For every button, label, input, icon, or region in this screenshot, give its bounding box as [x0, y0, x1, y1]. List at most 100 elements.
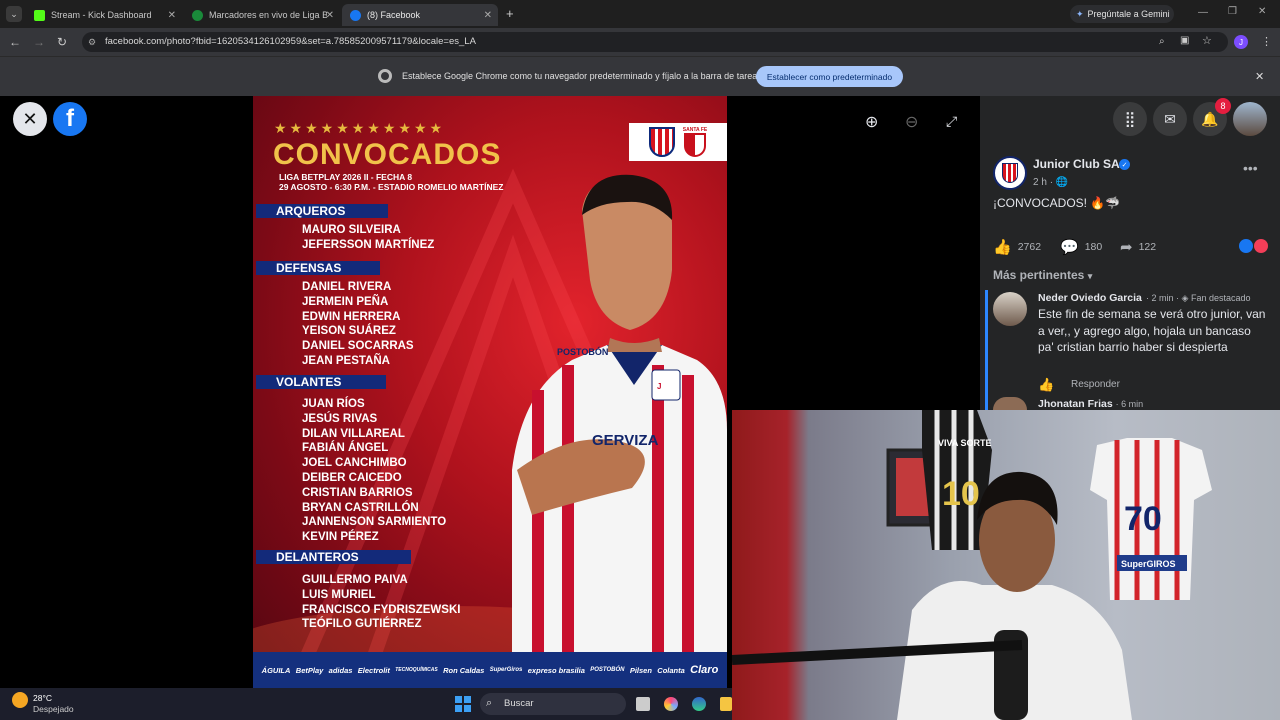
task-view-icon[interactable] [636, 697, 650, 711]
notification-badge: 8 [1215, 98, 1231, 114]
sponsor-logo: expreso brasilia [527, 665, 585, 675]
tab-marcadores[interactable]: Marcadores en vivo de Liga Bet ✕ [184, 4, 340, 26]
menu-icon[interactable]: ⋮ [1261, 35, 1272, 48]
url-text: facebook.com/photo?fbid=1620534126102959… [105, 36, 476, 47]
delanteros-list: GUILLERMO PAIVA LUIS MURIEL FRANCISCO FY… [302, 573, 460, 632]
close-viewer-button[interactable]: ✕ [13, 102, 47, 136]
weather-icon[interactable] [12, 692, 28, 708]
profile-avatar[interactable] [1233, 102, 1267, 136]
comment-like-icon[interactable]: 👍 [1038, 377, 1054, 393]
player-name: DEIBER CAICEDO [302, 471, 402, 484]
facebook-logo[interactable]: f [53, 102, 87, 136]
reply-button[interactable]: Responder [1071, 379, 1120, 390]
file-explorer-icon[interactable] [720, 697, 732, 711]
santa-fe-crest: SANTA FE [683, 127, 707, 157]
commenter-avatar[interactable] [993, 397, 1027, 410]
set-default-button[interactable]: Establecer como predeterminado [756, 66, 903, 87]
back-icon[interactable]: ← [9, 35, 21, 49]
kick-icon [34, 9, 45, 21]
svg-text:J: J [657, 382, 661, 391]
comment-author[interactable]: Neder Oviedo Garcia [1038, 292, 1142, 304]
player-name: JESÚS RIVAS [302, 412, 378, 425]
comment-button[interactable]: 💬 180 [1060, 238, 1102, 256]
fan-badge: Fan destacado [1190, 293, 1251, 303]
post-author[interactable]: Junior Club SA [1033, 157, 1120, 171]
maximize-button[interactable]: ❐ [1228, 6, 1237, 17]
comment-time[interactable]: 2 min [1152, 293, 1174, 303]
comment-filter[interactable]: Más pertinentes ▾ [993, 268, 1092, 282]
menu-apps-button[interactable]: ⣿ [1113, 102, 1147, 136]
player-name: JEFERSSON MARTÍNEZ [302, 238, 435, 251]
taskbar-search[interactable] [480, 693, 626, 715]
more-options-icon[interactable]: ••• [1243, 160, 1258, 176]
junior-crest-icon [1002, 163, 1018, 183]
fullscreen-icon[interactable]: ⤢ [946, 113, 957, 130]
tab-search-button[interactable]: ⌄ [6, 6, 22, 22]
bell-icon: 🔔 [1201, 110, 1219, 127]
messenger-button[interactable]: ✉ [1153, 102, 1187, 136]
player-name: FABIÁN ÁNGEL [302, 442, 389, 455]
comment-author[interactable]: Jhonatan Frias · 6 min [1038, 398, 1143, 410]
close-tab-icon[interactable]: ✕ [484, 10, 492, 21]
reload-icon[interactable]: ↻ [57, 35, 67, 49]
sponsor-strip: ÁGUILA BetPlay adidas Electrolit TECNOQU… [253, 652, 727, 688]
team-crests: SANTA FE [629, 123, 727, 161]
sponsor-logo: POSTOBÓN [590, 667, 625, 673]
section-delanteros: DELANTEROS [256, 550, 411, 564]
section-volantes: VOLANTES [256, 375, 386, 389]
edge-icon[interactable] [692, 697, 706, 711]
zoom-icon[interactable]: ⌕ [1159, 36, 1165, 47]
diamond-icon: ◈ [1181, 293, 1191, 303]
weather-temperature[interactable]: 28°C [33, 693, 52, 703]
webcam-overlay: VIVA SORTE 10 70 SuperGIROS [732, 410, 1280, 720]
gemini-icon: ✦ [1076, 8, 1084, 19]
new-tab-button[interactable]: + [506, 6, 514, 21]
junior-avatar[interactable] [993, 156, 1027, 190]
gemini-button[interactable]: ✦ Pregúntale a Gemini [1070, 5, 1174, 23]
bookmark-icon[interactable]: ☆ [1202, 34, 1212, 47]
player-name: JOEL CANCHIMBO [302, 457, 407, 470]
search-icon: ⌕ [486, 697, 493, 709]
arqueros-list: MAURO SILVEIRA JEFERSSON MARTÍNEZ [302, 223, 434, 253]
like-button[interactable]: 👍 2762 [993, 238, 1041, 256]
minimize-button[interactable]: — [1198, 7, 1208, 18]
section-defensas: DEFENSAS [256, 261, 380, 275]
zoom-out-icon[interactable]: ⊖ [905, 112, 918, 132]
install-app-icon[interactable]: ▣ [1180, 35, 1189, 46]
copilot-icon[interactable] [664, 697, 678, 711]
infobar-close-icon[interactable]: ✕ [1255, 70, 1264, 83]
webcam-scene: VIVA SORTE 10 70 SuperGIROS [732, 410, 1212, 720]
start-button[interactable] [455, 696, 471, 712]
share-button[interactable]: ➦ 122 [1120, 238, 1156, 256]
post-timestamp[interactable]: 2 h · 🌐 [1033, 177, 1068, 188]
player-name: YEISON SUÁREZ [302, 325, 396, 338]
sponsor-logo: Claro [690, 664, 719, 676]
tab-kick-dashboard[interactable]: Stream - Kick Dashboard ✕ [26, 4, 182, 26]
post-text: ¡CONVOCADOS! 🔥🦈 [993, 196, 1121, 210]
site-info-icon[interactable]: ⚙ [88, 37, 96, 48]
tab-facebook[interactable]: (8) Facebook ✕ [342, 4, 498, 26]
share-count: 122 [1138, 241, 1157, 253]
profile-avatar[interactable]: J [1234, 35, 1248, 49]
infobar-message: Establece Google Chrome como tu navegado… [402, 71, 762, 81]
comment-icon: 💬 [1060, 239, 1079, 256]
sponsor-logo: Colanta [657, 665, 685, 675]
player-name: MAURO SILVEIRA [302, 224, 401, 236]
player-name: DILAN VILLAREAL [302, 427, 405, 440]
commenter-avatar[interactable] [993, 292, 1027, 326]
close-tab-icon[interactable]: ✕ [168, 10, 176, 21]
shirt-brand-text: POSTOBÓN [557, 346, 608, 357]
player-name: JUAN RÍOS [302, 398, 365, 410]
santa-fe-crest-icon [683, 133, 706, 157]
player-photo: J GERVIZA POSTOBÓN [512, 174, 727, 652]
comment-text: Este fin de semana se verá otro junior, … [1038, 307, 1266, 355]
share-icon: ➦ [1120, 239, 1133, 256]
close-tab-icon[interactable]: ✕ [326, 10, 334, 21]
weather-description[interactable]: Despejado [33, 704, 74, 714]
close-window-button[interactable]: ✕ [1258, 6, 1266, 17]
zoom-in-icon[interactable]: ⊕ [865, 112, 878, 132]
forward-icon[interactable]: → [33, 35, 45, 49]
player-name: JEAN PESTAÑA [302, 354, 390, 367]
jersey1-number: 10 [942, 475, 980, 513]
sponsor-logo: TECNOQUÍMICAS [395, 667, 438, 673]
